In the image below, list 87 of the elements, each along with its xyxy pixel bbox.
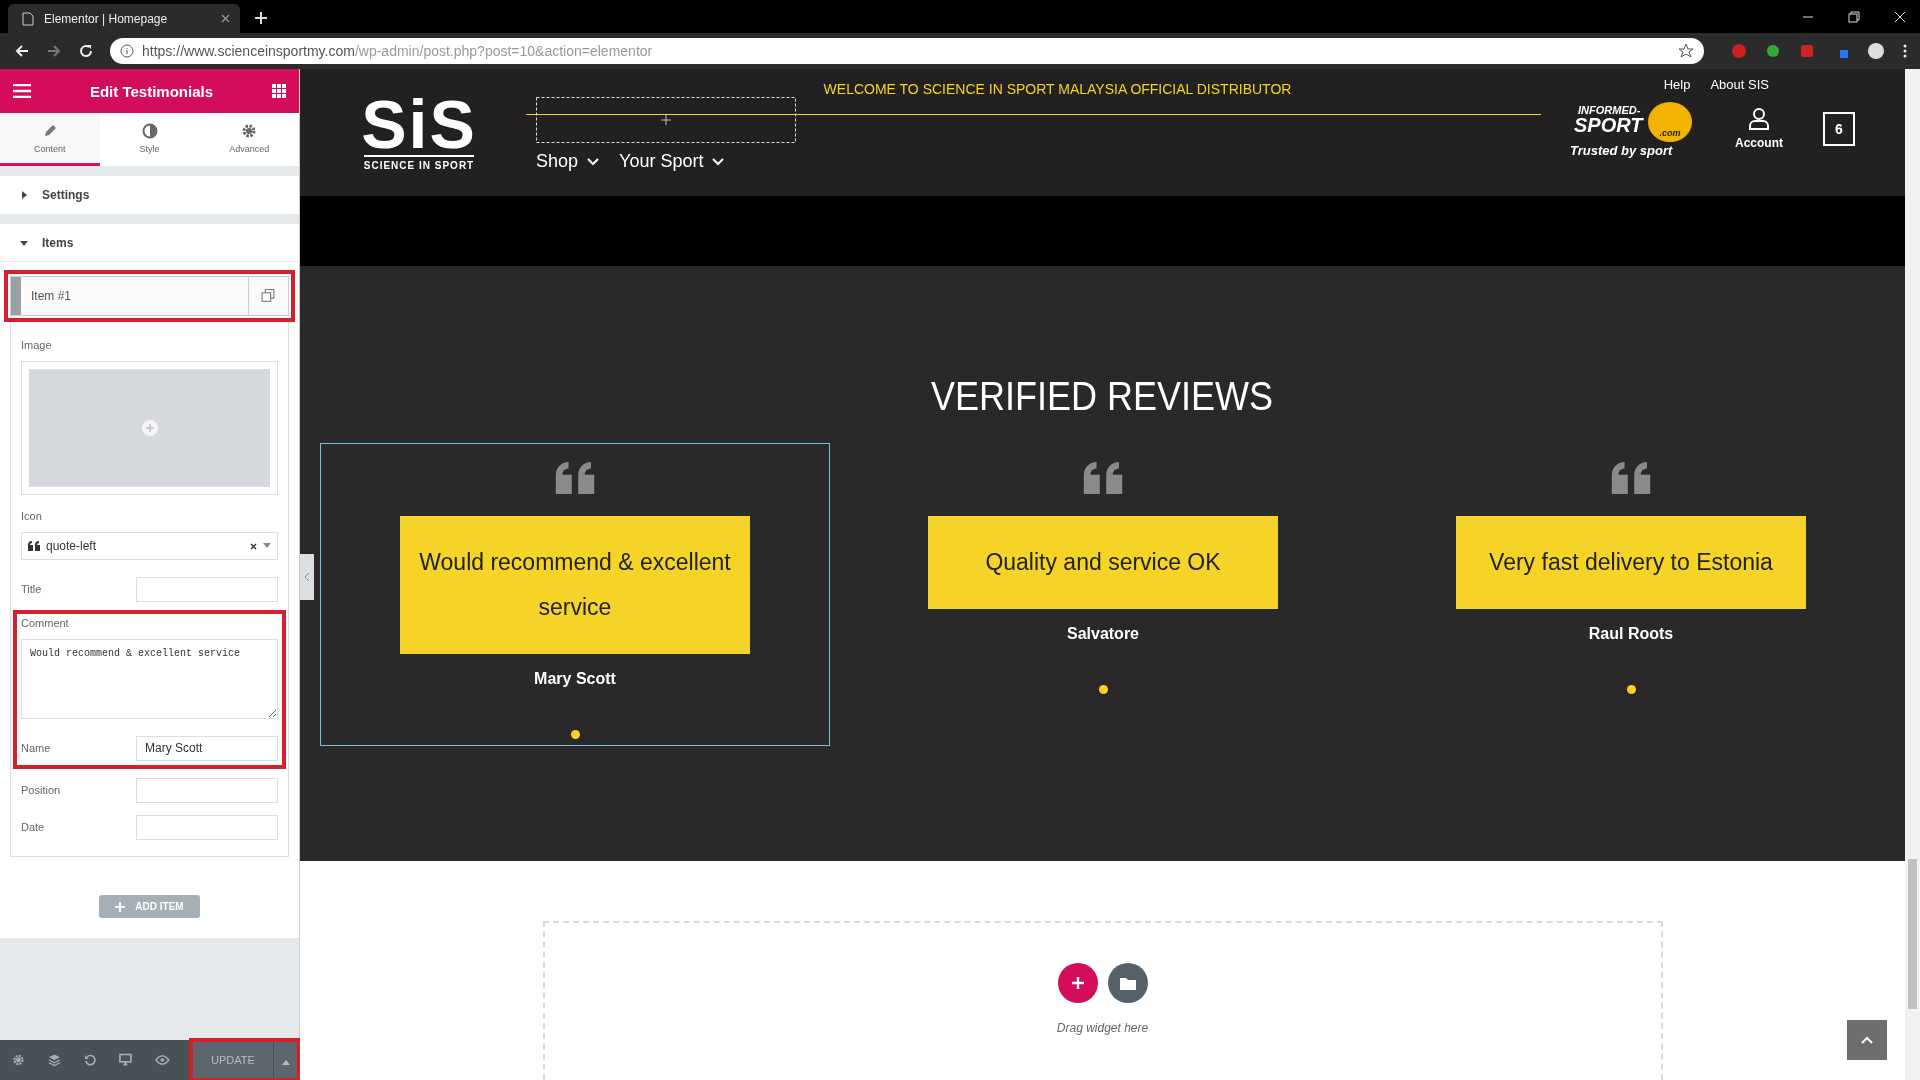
comment-box: Would recommend & excellent service xyxy=(400,516,750,654)
page-icon xyxy=(22,11,34,26)
repeater-item[interactable]: Item #1 xyxy=(10,276,289,316)
dot-icon xyxy=(1626,685,1636,694)
section-header[interactable]: Items xyxy=(0,224,299,262)
reviewer-name: Mary Scott xyxy=(534,670,616,688)
drop-hint: Drag widget here xyxy=(1056,1021,1149,1035)
section-title: VERIFIED REVIEWS xyxy=(931,374,1274,419)
field-label: Name xyxy=(21,742,51,754)
folder-icon xyxy=(1119,976,1136,990)
chevron-down-icon xyxy=(712,157,725,166)
dot-icon xyxy=(570,730,580,739)
browser-tab[interactable]: Elementor | Homepage xyxy=(8,4,240,33)
add-icon xyxy=(140,419,159,437)
chevron-down-icon xyxy=(587,157,600,166)
extension-icon[interactable] xyxy=(1798,42,1816,60)
section-header[interactable]: Settings xyxy=(0,176,299,214)
chevron-up-icon xyxy=(1861,1036,1873,1044)
dot-icon xyxy=(1098,685,1108,694)
comment-box: Quality and service OK xyxy=(928,516,1278,609)
clear-icon[interactable] xyxy=(250,542,257,550)
logo[interactable]: SiS SCIENCE IN SPORT xyxy=(348,69,490,196)
text-field[interactable] xyxy=(136,777,278,803)
welcome-text: WELCOME TO SCIENCE IN SPORT MALAYSIA OFFICIAL DISTRIBUTOR xyxy=(822,80,1293,97)
quote-icon xyxy=(555,462,595,494)
field-label: Image xyxy=(21,339,53,351)
template-button[interactable] xyxy=(1107,963,1148,1003)
comment-field[interactable]: Would recommend & excellent service xyxy=(21,639,278,719)
caret-right-icon xyxy=(20,191,28,199)
monitor-icon[interactable] xyxy=(119,1053,133,1067)
quote-icon xyxy=(1611,462,1651,494)
back-icon[interactable] xyxy=(14,43,30,59)
cart-button[interactable]: 6 xyxy=(1823,112,1855,146)
field-label: Comment xyxy=(21,617,70,629)
gear-icon xyxy=(241,122,258,139)
menu-icon[interactable] xyxy=(1902,43,1908,59)
field-label: Date xyxy=(21,821,45,833)
layers-icon[interactable] xyxy=(47,1053,61,1067)
field-label: Title xyxy=(21,583,42,595)
user-icon xyxy=(1749,108,1769,130)
eye-icon[interactable] xyxy=(155,1054,170,1066)
caret-icon[interactable] xyxy=(273,1042,297,1078)
testimonial-card[interactable]: Very fast delivery to Estonia Raul Roots xyxy=(1376,443,1886,746)
info-icon xyxy=(120,44,134,58)
reload-icon[interactable] xyxy=(78,43,94,59)
quote-icon xyxy=(28,541,40,551)
drop-zone[interactable]: Drag widget here xyxy=(542,921,1663,1080)
plus-icon xyxy=(115,901,126,912)
profile-icon[interactable] xyxy=(1866,41,1886,61)
panel-tab[interactable]: Content xyxy=(0,113,100,166)
address-bar[interactable]: https://www.scienceinsportmy.com/wp-admin/post.php?post=10&action=elementor xyxy=(110,38,1704,64)
text-field[interactable] xyxy=(136,576,278,602)
forward-icon[interactable] xyxy=(46,43,62,59)
reviewer-name: Salvatore xyxy=(1066,625,1139,643)
panel-title: Edit Testimonials xyxy=(89,82,214,100)
star-icon[interactable] xyxy=(1678,43,1694,59)
top-link[interactable]: Help xyxy=(1663,77,1691,92)
extension-icon[interactable] xyxy=(1764,42,1782,60)
text-field[interactable] xyxy=(136,814,278,840)
contrast-icon xyxy=(141,122,158,139)
new-tab-icon[interactable] xyxy=(254,11,268,25)
dropdown-caret-icon[interactable] xyxy=(263,543,271,549)
add-section-button[interactable] xyxy=(1057,963,1098,1003)
account-link[interactable]: Account xyxy=(1729,107,1789,151)
collapse-handle[interactable] xyxy=(300,554,314,600)
nav-menu-item[interactable]: Shop xyxy=(536,151,600,172)
menu-icon[interactable] xyxy=(13,84,31,98)
quote-icon xyxy=(1083,462,1123,494)
icon-select[interactable]: quote-left xyxy=(21,532,278,560)
field-label: Position xyxy=(21,784,61,796)
extension-icon[interactable] xyxy=(1730,42,1748,60)
informed-sport-badge: INFORMED- SPORT .com Trusted by sport xyxy=(1570,100,1695,158)
text-field[interactable]: Mary Scott xyxy=(136,735,278,761)
testimonial-card[interactable]: Would recommend & excellent service Mary Scott xyxy=(320,443,830,746)
grid-icon[interactable] xyxy=(272,84,286,98)
comment-box: Very fast delivery to Estonia xyxy=(1456,516,1806,609)
nav-menu-item[interactable]: Your Sport xyxy=(619,151,725,172)
settings-icon[interactable] xyxy=(12,1053,25,1067)
plus-icon xyxy=(1070,976,1085,990)
top-link[interactable]: About SIS xyxy=(1710,77,1769,92)
restore-icon[interactable] xyxy=(1848,11,1860,23)
reviewer-name: Raul Roots xyxy=(1588,625,1674,643)
field-label: Icon xyxy=(21,510,43,522)
caret-down-icon xyxy=(20,238,28,247)
history-icon[interactable] xyxy=(83,1053,97,1067)
scrollbar[interactable] xyxy=(1908,859,1917,1009)
testimonial-card[interactable]: Quality and service OK Salvatore xyxy=(848,443,1358,746)
